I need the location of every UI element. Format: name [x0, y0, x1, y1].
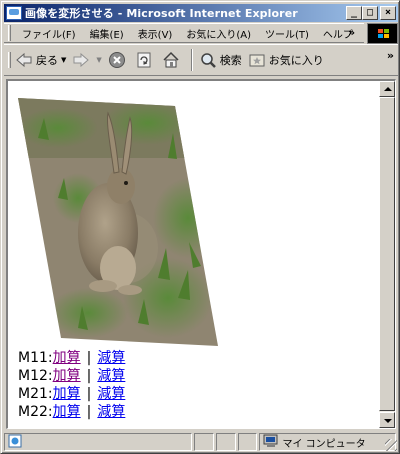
matrix-row-m12: M12:加算 | 減算 [18, 367, 125, 385]
stop-icon [108, 51, 126, 69]
menu-edit[interactable]: 編集(E) [83, 26, 131, 41]
link-separator: | [86, 350, 92, 366]
ie-icon [6, 6, 22, 20]
add-link-m11[interactable]: 加算 [53, 350, 81, 366]
scroll-up-button[interactable] [379, 81, 395, 97]
refresh-button[interactable] [135, 51, 156, 69]
subtract-link-m11[interactable]: 減算 [97, 350, 125, 366]
toolbar-separator [190, 49, 193, 71]
menu-bar: ファイル(F) 編集(E) 表示(V) お気に入り(A) ツール(T) ヘルプ … [4, 23, 364, 43]
subtract-link-m12[interactable]: 減算 [97, 368, 125, 384]
add-link-m22[interactable]: 加算 [53, 404, 81, 420]
menu-file[interactable]: ファイル(F) [15, 26, 83, 41]
search-button[interactable]: 検索 [199, 51, 242, 69]
down-arrow-icon [384, 419, 392, 423]
subtract-link-m21[interactable]: 減算 [97, 386, 125, 402]
toolbar-grip[interactable] [8, 52, 11, 68]
title-bar[interactable]: 画像を変形させる - Microsoft Internet Explorer _… [4, 4, 398, 22]
up-arrow-icon [384, 87, 392, 91]
menu-view[interactable]: 表示(V) [131, 26, 180, 41]
home-icon [162, 51, 180, 69]
forward-dropdown-icon[interactable]: ▼ [96, 56, 101, 64]
zone-panel: マイ コンピュータ [259, 433, 396, 451]
page-icon [8, 434, 22, 451]
favorites-folder-icon [248, 51, 266, 69]
menu-tools[interactable]: ツール(T) [258, 26, 316, 41]
zone-text: マイ コンピュータ [282, 438, 366, 450]
favorites-button[interactable]: お気に入り [248, 51, 324, 69]
row-label: M22: [18, 404, 53, 420]
minimize-button[interactable]: _ [346, 6, 362, 20]
status-bar: マイ コンピュータ [4, 432, 398, 452]
caption-buttons: _ □ × [346, 6, 396, 20]
matrix-row-m21: M21:加算 | 減算 [18, 385, 125, 403]
matrix-row-m22: M22:加算 | 減算 [18, 403, 125, 421]
back-arrow-icon [15, 51, 33, 69]
vertical-scrollbar[interactable] [379, 81, 395, 428]
status-panel-3 [215, 433, 236, 451]
forward-arrow-icon [72, 51, 90, 69]
scroll-thumb[interactable] [379, 97, 395, 411]
add-link-m12[interactable]: 加算 [53, 368, 81, 384]
matrix-controls: M11:加算 | 減算 M12:加算 | 減算 M21:加算 | 減算 M22:加算 | 減算 [18, 349, 125, 421]
add-link-m21[interactable]: 加算 [53, 386, 81, 402]
scroll-down-button[interactable] [379, 412, 395, 428]
toolbar-chevron[interactable]: » [387, 49, 394, 62]
status-panel-4 [237, 433, 258, 451]
link-separator: | [86, 386, 92, 402]
forward-button[interactable]: ▼ [72, 51, 102, 69]
page-body: M11:加算 | 減算 M12:加算 | 減算 M21:加算 | 減算 M22:加算 | 減算 [8, 81, 379, 428]
windows-logo [367, 23, 398, 44]
refresh-icon [135, 51, 153, 69]
subtract-link-m22[interactable]: 減算 [97, 404, 125, 420]
browser-content: M11:加算 | 減算 M12:加算 | 減算 M21:加算 | 減算 M22:加算 | 減算 [6, 79, 396, 429]
menu-chevron[interactable]: » [348, 24, 355, 42]
close-button[interactable]: × [380, 6, 396, 20]
matrix-row-m11: M11:加算 | 減算 [18, 349, 125, 367]
link-separator: | [86, 368, 92, 384]
link-separator: | [86, 404, 92, 420]
back-label: 戻る [36, 54, 58, 67]
row-label: M21: [18, 386, 53, 402]
browser-window: 画像を変形させる - Microsoft Internet Explorer _… [0, 0, 400, 454]
stop-button[interactable] [108, 51, 129, 69]
maximize-button[interactable]: □ [362, 6, 378, 20]
windows-flag-icon [378, 29, 390, 40]
status-text-panel [4, 433, 192, 451]
row-label: M12: [18, 368, 53, 384]
search-label: 検索 [219, 54, 242, 67]
row-label: M11: [18, 350, 53, 366]
transformed-rabbit-image [18, 98, 218, 346]
favorites-label: お気に入り [268, 54, 324, 67]
menu-favorites[interactable]: お気に入り(A) [179, 26, 258, 41]
menu-grip[interactable] [8, 25, 11, 41]
back-button[interactable]: 戻る ▼ [15, 51, 66, 69]
search-icon [199, 51, 217, 69]
window-title: 画像を変形させる - Microsoft Internet Explorer [25, 7, 298, 20]
home-button[interactable] [162, 51, 183, 69]
standard-toolbar: 戻る ▼ ▼ 検索 お気に入り » [4, 44, 398, 76]
my-computer-icon [263, 434, 279, 451]
resize-grip[interactable] [385, 439, 397, 451]
status-panel-2 [193, 433, 214, 451]
back-dropdown-icon[interactable]: ▼ [61, 56, 66, 64]
